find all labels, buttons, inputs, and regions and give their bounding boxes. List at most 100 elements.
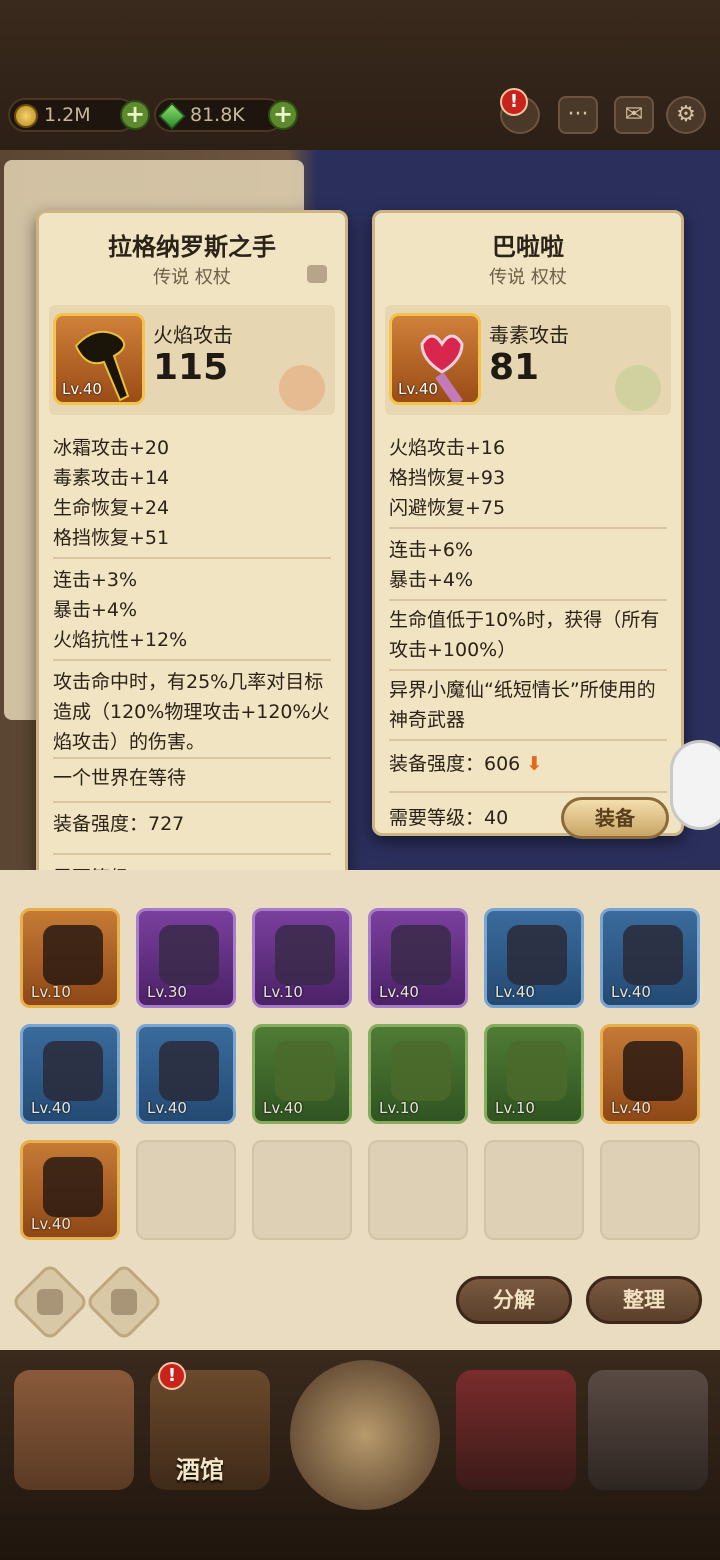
slot-level: Lv.10 bbox=[495, 1099, 535, 1117]
stat-line: 生命恢复+24 bbox=[53, 497, 170, 519]
inventory-slot[interactable]: Lv.40 bbox=[20, 1140, 120, 1240]
divider bbox=[53, 853, 331, 855]
item-header-band: Lv.40 火焰攻击 115 bbox=[49, 305, 335, 415]
main-stat-value: 115 bbox=[153, 347, 229, 388]
gold-amount: 1.2M bbox=[44, 104, 91, 126]
stat-line: 格挡恢复+51 bbox=[53, 527, 170, 549]
gold-counter: 1.2M + bbox=[8, 98, 150, 132]
mail-icon[interactable]: ✉ bbox=[614, 96, 654, 134]
inventory-slot-empty[interactable] bbox=[368, 1140, 468, 1240]
fire-icon bbox=[279, 365, 325, 411]
inventory-slot[interactable]: Lv.40 bbox=[484, 908, 584, 1008]
add-gem-button[interactable]: + bbox=[268, 100, 298, 130]
inventory-slot[interactable]: Lv.40 bbox=[136, 1024, 236, 1124]
divider bbox=[53, 557, 331, 559]
inventory-slot-empty[interactable] bbox=[484, 1140, 584, 1240]
equipment-icon bbox=[391, 925, 451, 985]
stat-line: 暴击+4% bbox=[389, 569, 474, 591]
inventory-slot[interactable]: Lv.10 bbox=[484, 1024, 584, 1124]
power-down-arrow-icon: ⬇ bbox=[526, 753, 543, 775]
divider bbox=[389, 599, 667, 601]
floating-widget-icon[interactable] bbox=[670, 740, 720, 830]
alert-icon: ! bbox=[500, 88, 528, 116]
item-icon-frame: Lv.40 bbox=[389, 313, 481, 405]
equip-button[interactable]: 装备 bbox=[561, 797, 669, 839]
slot-level: Lv.40 bbox=[495, 983, 535, 1001]
armor-type-icon bbox=[307, 265, 327, 283]
chat-icon[interactable]: ··· bbox=[558, 96, 598, 134]
item-effect: 攻击命中时，有25%几率对目标造成（120%物理攻击+120%火焰攻击）的伤害。 bbox=[53, 671, 330, 753]
stat-line: 闪避恢复+75 bbox=[389, 497, 506, 519]
divider bbox=[53, 757, 331, 759]
misc-filter-icon bbox=[111, 1289, 137, 1315]
item-card-right: 巴啦啦 传说 权杖 Lv.40 毒素攻击 81 火焰攻击+16 格挡恢复+93 … bbox=[372, 210, 684, 839]
inventory-slot-empty[interactable] bbox=[252, 1140, 352, 1240]
item-rarity-type: 传说 权杖 bbox=[153, 267, 231, 288]
coin-icon bbox=[14, 104, 38, 128]
item-card-left: 拉格纳罗斯之手 传说 权杖 Lv.40 火焰攻击 115 冰霜攻击+20 毒素攻… bbox=[36, 210, 348, 924]
divider bbox=[53, 801, 331, 803]
poison-skull-icon bbox=[615, 365, 661, 411]
main-stat-value: 81 bbox=[489, 347, 540, 388]
item-header-band: Lv.40 毒素攻击 81 bbox=[385, 305, 671, 415]
equipment-icon bbox=[507, 925, 567, 985]
stat-line: 冰霜攻击+20 bbox=[53, 437, 170, 459]
stats-list-secondary: 连击+3% 暴击+4% 火焰抗性+12% bbox=[53, 565, 331, 655]
equipment-icon bbox=[623, 925, 683, 985]
equipment-icon bbox=[275, 1041, 335, 1101]
slot-level: Lv.10 bbox=[31, 983, 71, 1001]
item-flavor: 一个世界在等待 bbox=[53, 767, 187, 789]
bottom-navigation: ! 酒馆 bbox=[0, 1350, 720, 1560]
item-flavor: 异界小魔仙“纸短情长”所使用的神奇武器 bbox=[389, 679, 656, 731]
equipment-icon bbox=[507, 1041, 567, 1101]
stat-line: 毒素攻击+14 bbox=[53, 467, 170, 489]
stat-line: 火焰攻击+16 bbox=[389, 437, 506, 459]
item-power: 装备强度：606 bbox=[389, 753, 521, 775]
inventory-slot[interactable]: Lv.40 bbox=[368, 908, 468, 1008]
inventory-slot-empty[interactable] bbox=[600, 1140, 700, 1240]
item-name: 拉格纳罗斯之手 bbox=[108, 233, 276, 261]
inventory-slot[interactable]: Lv.10 bbox=[368, 1024, 468, 1124]
sort-button[interactable]: 整理 bbox=[586, 1276, 702, 1324]
nav-forge-icon[interactable] bbox=[588, 1370, 708, 1490]
equipment-icon bbox=[275, 925, 335, 985]
add-gold-button[interactable]: + bbox=[120, 100, 150, 130]
stat-line: 格挡恢复+93 bbox=[389, 467, 506, 489]
gem-amount: 81.8K bbox=[190, 104, 245, 126]
profile-icon[interactable]: ! bbox=[500, 88, 540, 134]
slot-level: Lv.10 bbox=[379, 1099, 419, 1117]
divider bbox=[389, 527, 667, 529]
stat-line: 连击+3% bbox=[53, 569, 138, 591]
nav-home-icon[interactable] bbox=[14, 1370, 134, 1490]
armor-filter-icon bbox=[37, 1289, 63, 1315]
gear-icon[interactable]: ⚙ bbox=[666, 96, 706, 134]
slot-level: Lv.30 bbox=[147, 983, 187, 1001]
item-level: Lv.40 bbox=[398, 380, 438, 398]
inventory-slot[interactable]: Lv.10 bbox=[20, 908, 120, 1008]
divider bbox=[389, 791, 667, 793]
inventory-slot[interactable]: Lv.40 bbox=[252, 1024, 352, 1124]
gem-icon bbox=[158, 102, 186, 130]
divider bbox=[389, 669, 667, 671]
gem-counter: 81.8K + bbox=[154, 98, 298, 132]
slot-level: Lv.40 bbox=[31, 1215, 71, 1233]
inventory-slot-empty[interactable] bbox=[136, 1140, 236, 1240]
slot-level: Lv.40 bbox=[147, 1099, 187, 1117]
inventory-slot[interactable]: Lv.40 bbox=[600, 1024, 700, 1124]
inventory-slot[interactable]: Lv.40 bbox=[600, 908, 700, 1008]
equipment-icon bbox=[159, 925, 219, 985]
slot-level: Lv.10 bbox=[263, 983, 303, 1001]
stat-line: 火焰抗性+12% bbox=[53, 629, 188, 651]
equipment-icon bbox=[623, 1041, 683, 1101]
top-bar: 1.2M + 81.8K + ! ··· ✉ ⚙ bbox=[0, 0, 720, 150]
nav-shop-icon[interactable] bbox=[456, 1370, 576, 1490]
stats-list-primary: 火焰攻击+16 格挡恢复+93 闪避恢复+75 bbox=[389, 433, 667, 523]
divider bbox=[53, 659, 331, 661]
nav-adventure-icon[interactable] bbox=[290, 1360, 440, 1510]
decompose-button[interactable]: 分解 bbox=[456, 1276, 572, 1324]
inventory-slot[interactable]: Lv.40 bbox=[20, 1024, 120, 1124]
item-effect: 生命值低于10%时，获得（所有攻击+100%） bbox=[389, 609, 660, 661]
item-name: 巴啦啦 bbox=[492, 233, 564, 261]
inventory-slot[interactable]: Lv.10 bbox=[252, 908, 352, 1008]
inventory-slot[interactable]: Lv.30 bbox=[136, 908, 236, 1008]
